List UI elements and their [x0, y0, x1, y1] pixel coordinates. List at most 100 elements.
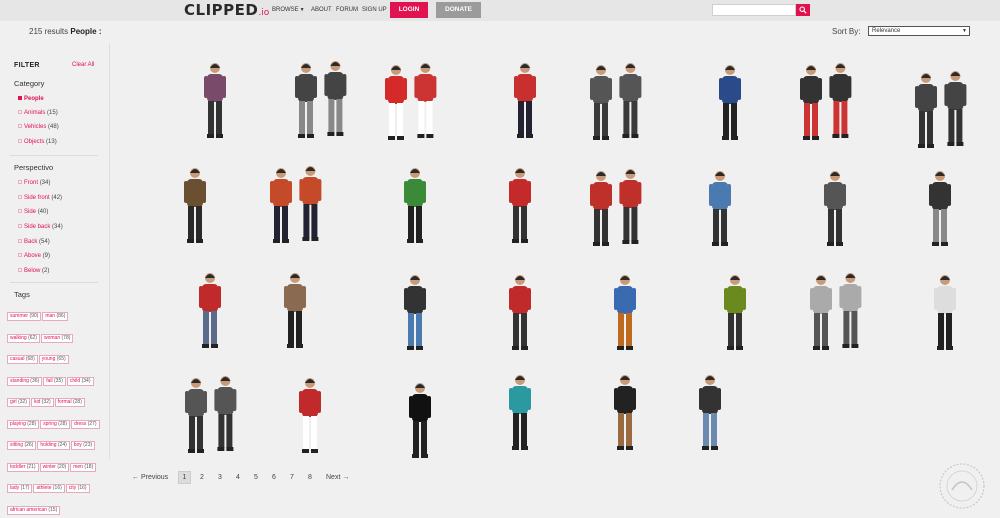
tag-label: young	[41, 356, 56, 362]
checkbox-icon[interactable]	[18, 253, 22, 257]
perspective-filter-5[interactable]: Above (9)	[18, 252, 50, 260]
person-thumbnail[interactable]	[285, 369, 335, 461]
tag-chip[interactable]: woman (78)	[40, 333, 74, 343]
perspective-filter-1[interactable]: Side front (42)	[18, 194, 62, 202]
checkbox-icon[interactable]	[18, 124, 22, 128]
person-thumbnail[interactable]	[810, 162, 860, 254]
checkbox-icon[interactable]	[18, 139, 22, 143]
search-input[interactable]	[712, 4, 796, 16]
person-thumbnail[interactable]	[600, 366, 650, 458]
divider	[10, 155, 98, 156]
perspective-filter-3[interactable]: Side back (34)	[18, 223, 63, 231]
tag-chip[interactable]: casual (68)	[7, 355, 38, 364]
person-thumbnail[interactable]	[285, 54, 355, 146]
person-thumbnail[interactable]	[390, 266, 440, 358]
tag-chip[interactable]: playing (28)	[7, 419, 40, 429]
tag-chip[interactable]: city (16)	[65, 484, 90, 493]
tag-chip[interactable]: young (65)	[38, 355, 69, 364]
checkbox-icon[interactable]	[18, 110, 22, 114]
person-thumbnail[interactable]	[190, 54, 240, 146]
tag-chip[interactable]: lady (17)	[7, 484, 33, 493]
tag-chip[interactable]: toddler (21)	[7, 462, 39, 472]
tag-chip[interactable]: sitting (26)	[7, 441, 37, 450]
checkbox-icon[interactable]	[18, 96, 22, 100]
tag-chip[interactable]: boy (23)	[70, 441, 96, 450]
perspective-filter-2[interactable]: Side (40)	[18, 208, 48, 216]
nav-browse[interactable]: BROWSE▼	[272, 7, 305, 14]
category-filter-3[interactable]: Objects (13)	[18, 138, 57, 146]
tag-chip[interactable]: formal (28)	[54, 398, 85, 407]
person-thumbnail[interactable]	[495, 159, 545, 251]
page-link-5[interactable]: 5	[254, 474, 258, 482]
tag-chip[interactable]: spring (28)	[40, 419, 71, 429]
checkbox-icon[interactable]	[18, 239, 22, 243]
person-thumbnail[interactable]	[500, 54, 550, 146]
previous-page-link[interactable]: ← Previous	[132, 474, 168, 482]
perspective-filter-6[interactable]: Below (2)	[18, 267, 49, 275]
person-thumbnail[interactable]	[685, 366, 735, 458]
checkbox-icon[interactable]	[18, 268, 22, 272]
tag-chip[interactable]: summer (90)	[7, 312, 42, 321]
person-thumbnail[interactable]	[270, 264, 320, 356]
person-thumbnail[interactable]	[580, 162, 650, 254]
tag-chip[interactable]: standing (36)	[7, 376, 43, 386]
person-thumbnail[interactable]	[185, 264, 235, 356]
search-button[interactable]	[796, 4, 810, 16]
sort-select[interactable]: Relevance ▼	[868, 26, 970, 36]
nav-about[interactable]: ABOUT	[311, 7, 332, 14]
person-thumbnail[interactable]	[175, 369, 245, 461]
tag-chip[interactable]: walking (62)	[7, 333, 40, 343]
nav-signup[interactable]: SIGN UP	[362, 7, 387, 14]
tag-chip[interactable]: child (34)	[66, 376, 94, 386]
page-link-8[interactable]: 8	[308, 474, 312, 482]
next-page-link[interactable]: Next →	[326, 474, 349, 482]
clear-all-link[interactable]: Clear All	[72, 62, 94, 68]
checkbox-icon[interactable]	[18, 224, 22, 228]
tag-chip[interactable]: dress (27)	[71, 419, 100, 429]
page-link-1[interactable]: 1	[178, 471, 191, 484]
perspective-filter-0[interactable]: Front (34)	[18, 179, 50, 187]
tag-chip[interactable]: kid (32)	[30, 398, 54, 407]
person-thumbnail[interactable]	[710, 266, 760, 358]
person-thumbnail[interactable]	[580, 56, 650, 148]
person-thumbnail[interactable]	[695, 162, 745, 254]
person-thumbnail[interactable]	[260, 159, 330, 251]
person-thumbnail[interactable]	[495, 266, 545, 358]
tag-chip[interactable]: holding (24)	[37, 441, 70, 450]
tag-chip[interactable]: girl (32)	[7, 398, 30, 407]
tag-chip[interactable]: athlete (16)	[33, 484, 65, 493]
login-button[interactable]: LOGIN	[390, 2, 428, 18]
page-link-6[interactable]: 6	[272, 474, 276, 482]
person-thumbnail[interactable]	[790, 56, 860, 148]
category-filter-1[interactable]: Animals (15)	[18, 109, 58, 117]
donate-button[interactable]: DONATE	[436, 2, 481, 18]
checkbox-icon[interactable]	[18, 209, 22, 213]
tag-chip[interactable]: african american (15)	[7, 505, 61, 515]
page-link-3[interactable]: 3	[218, 474, 222, 482]
page-link-4[interactable]: 4	[236, 474, 240, 482]
person-thumbnail[interactable]	[395, 374, 445, 466]
person-thumbnail[interactable]	[375, 56, 445, 148]
person-thumbnail[interactable]	[495, 366, 545, 458]
person-thumbnail[interactable]	[705, 56, 755, 148]
person-thumbnail[interactable]	[600, 266, 650, 358]
page-link-7[interactable]: 7	[290, 474, 294, 482]
page-link-2[interactable]: 2	[200, 474, 204, 482]
person-thumbnail[interactable]	[800, 266, 870, 358]
person-thumbnail[interactable]	[920, 266, 970, 358]
tag-chip[interactable]: fall (35)	[43, 376, 66, 386]
person-thumbnail[interactable]	[915, 162, 965, 254]
checkbox-icon[interactable]	[18, 180, 22, 184]
person-thumbnail[interactable]	[390, 159, 440, 251]
checkbox-icon[interactable]	[18, 195, 22, 199]
person-thumbnail[interactable]	[905, 64, 975, 156]
category-filter-0[interactable]: People	[18, 95, 44, 103]
logo[interactable]: CLIPPED.io	[184, 2, 269, 22]
person-thumbnail[interactable]	[170, 159, 220, 251]
perspective-filter-4[interactable]: Back (54)	[18, 238, 50, 246]
category-filter-2[interactable]: Vehicles (48)	[18, 123, 59, 131]
tag-chip[interactable]: winter (20)	[39, 462, 70, 472]
nav-forum[interactable]: FORUM	[336, 7, 358, 14]
tag-chip[interactable]: men (18)	[70, 462, 97, 472]
tag-chip[interactable]: man (86)	[42, 312, 69, 321]
